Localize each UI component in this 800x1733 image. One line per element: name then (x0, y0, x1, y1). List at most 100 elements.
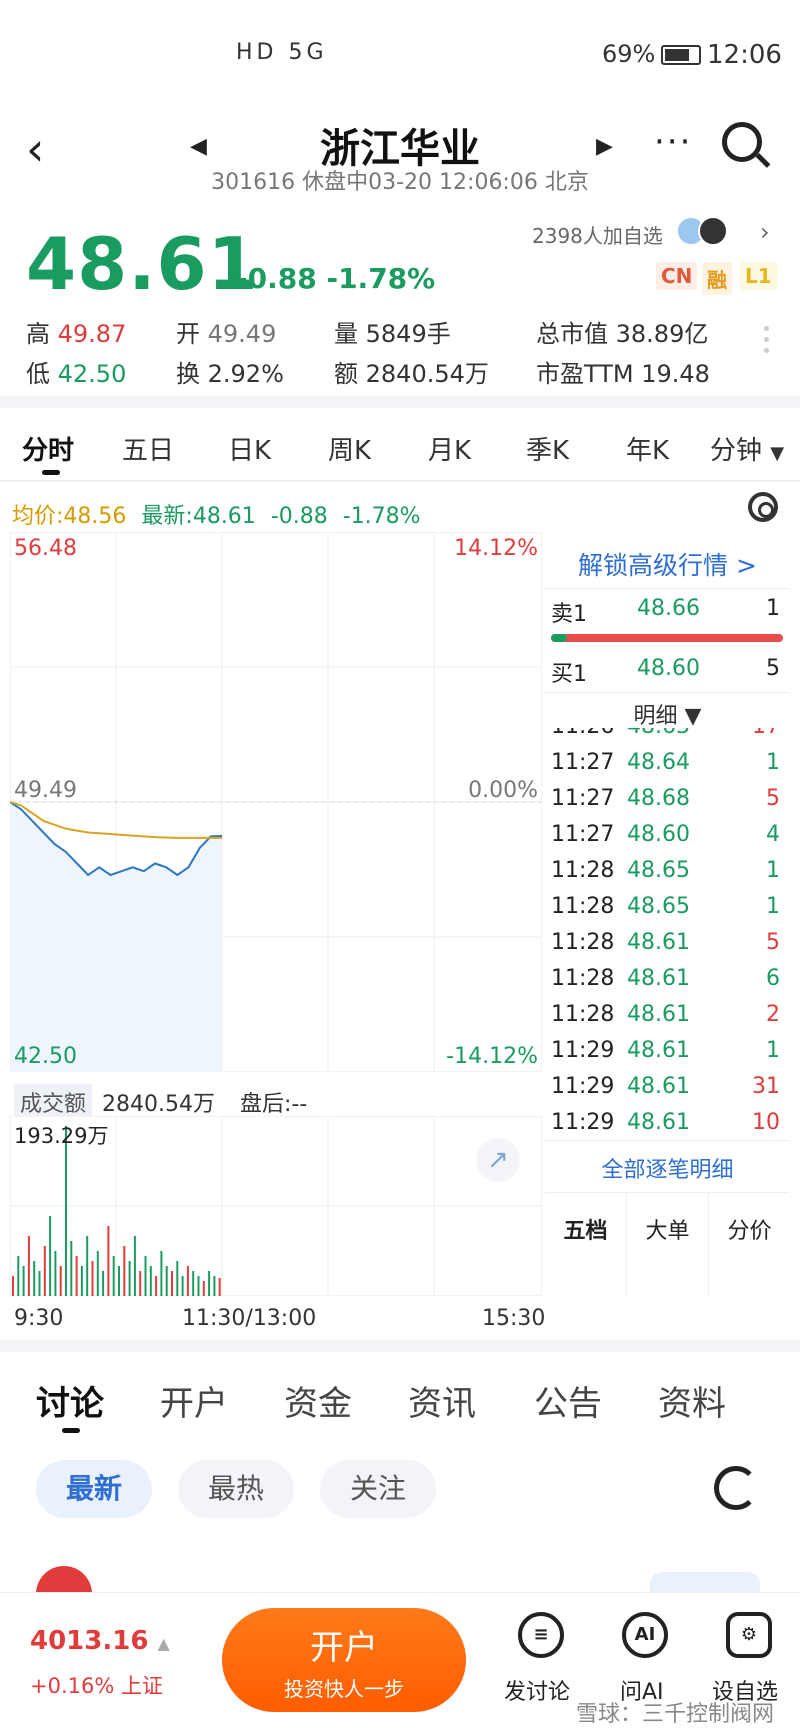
chevron-down-icon: ▼ (770, 443, 785, 464)
tab-level5[interactable]: 五档 (545, 1193, 627, 1297)
tab-quarterly[interactable]: 季K (526, 430, 569, 467)
stock-header: ‹ ◀ 浙江华业 ▶ 301616 休盘中03-20 12:06:06 北京 ·… (0, 110, 800, 200)
watchers-count[interactable]: 2398人加自选 (532, 220, 663, 249)
volume-bar (112, 1256, 115, 1296)
tag-margin: 融 (702, 262, 732, 295)
tick-time: 11:27 (551, 822, 615, 847)
volume-bar (171, 1271, 173, 1296)
triangle-up-icon: ▲ (157, 1634, 170, 1653)
tick-time: 11:26 (551, 728, 614, 739)
tab-profile[interactable]: 资料 (658, 1376, 726, 1425)
watcher-avatars[interactable] (676, 216, 728, 246)
volume-bar (96, 1251, 99, 1296)
post-discussion-label[interactable]: 发讨论 (504, 1674, 570, 1706)
all-ticks-link[interactable]: 全部逐笔明细 (545, 1152, 790, 1184)
volume-bar (192, 1271, 195, 1296)
after-hours: 盘后:-- (240, 1092, 308, 1117)
tick-price: 48.61 (627, 930, 690, 955)
tick-volume: 1 (766, 858, 780, 883)
stock-subtitle: 301616 休盘中03-20 12:06:06 北京 (211, 170, 589, 195)
tab-daily[interactable]: 日K (228, 430, 271, 467)
filter-following[interactable]: 关注 (320, 1460, 436, 1518)
tick-volume: 5 (766, 786, 780, 811)
tick-price: 48.60 (627, 822, 690, 847)
filter-hot[interactable]: 最热 (178, 1460, 294, 1518)
pct-max-label: 14.12% (454, 536, 538, 561)
filter-latest[interactable]: 最新 (36, 1460, 152, 1518)
divider (0, 480, 800, 482)
volume-bar (218, 1278, 221, 1296)
volume-bar (27, 1236, 30, 1296)
refresh-icon[interactable] (714, 1466, 758, 1510)
battery-icon (661, 45, 702, 65)
tick-time: 11:28 (551, 1002, 615, 1027)
tick-price: 48.61 (627, 1002, 690, 1027)
chevron-right-icon[interactable]: › (760, 218, 770, 246)
add-watchlist-icon[interactable]: ⚙ (726, 1612, 772, 1658)
index-change[interactable]: +0.16% 上证 (30, 1670, 163, 1700)
tab-5day[interactable]: 五日 (122, 430, 174, 467)
next-stock-icon[interactable]: ▶ (596, 134, 613, 159)
tick-time: 11:28 (551, 858, 615, 883)
volume-bar (133, 1236, 136, 1296)
index-value[interactable]: 4013.16 ▲ (30, 1626, 170, 1656)
tick-price: 48.61 (627, 1110, 690, 1135)
volume-bar (181, 1276, 184, 1296)
tick-price: 48.61 (627, 1074, 690, 1099)
volume-bar (65, 1126, 67, 1296)
watermark: 雪球：三千控制阀网 (576, 1702, 775, 1727)
tab-intraday[interactable]: 分时 (22, 430, 74, 467)
volume-bar (91, 1261, 94, 1296)
volume-chart[interactable]: 193.29万 (9, 1115, 543, 1297)
tab-discussion[interactable]: 讨论 (36, 1376, 104, 1425)
tab-big-orders[interactable]: 大单 (627, 1193, 709, 1297)
stat-market-cap: 总市值 38.89亿 (536, 320, 709, 348)
tick-time: 11:29 (551, 1110, 615, 1135)
chart-settings-icon[interactable] (748, 492, 778, 522)
stat-pe: 市盈TTM 19.48 (536, 360, 710, 388)
tab-price-dist[interactable]: 分价 (709, 1193, 790, 1297)
volume-bar (118, 1266, 120, 1296)
tick-volume: 31 (752, 1074, 780, 1099)
chart-info: 均价:48.56 最新:48.61 -0.88 -1.78% (12, 498, 421, 530)
current-price: 48.61 (26, 222, 259, 306)
tab-weekly[interactable]: 周K (328, 430, 371, 467)
expand-icon[interactable]: ↗ (476, 1138, 520, 1182)
tick-volume: 1 (766, 750, 780, 775)
active-tab-indicator (42, 470, 60, 475)
ask-ai-icon[interactable]: AI (622, 1612, 668, 1658)
unlock-link[interactable]: 解锁高级行情 > (545, 546, 790, 582)
stat-turnover: 换 2.92% (176, 360, 284, 388)
intraday-chart[interactable]: 56.48 49.49 42.50 14.12% 0.00% -14.12% (9, 531, 543, 1073)
volume-bar (149, 1266, 152, 1296)
tab-announcements[interactable]: 公告 (534, 1376, 602, 1425)
stat-low: 低 42.50 (26, 360, 127, 388)
volume-header: 成交额 2840.54万 盘后:-- (14, 1084, 307, 1120)
post-discussion-icon[interactable]: ≡ (518, 1612, 564, 1658)
volume-bar (202, 1281, 205, 1296)
stat-amount: 额 2840.54万 (334, 360, 489, 388)
more-icon[interactable]: ··· (654, 122, 692, 162)
detail-dropdown[interactable]: 明细 ▼ (545, 698, 790, 730)
tab-yearly[interactable]: 年K (626, 430, 669, 467)
tab-minute[interactable]: 分钟 ▼ (710, 430, 784, 467)
open-account-button[interactable]: 开户 投资快人一步 (222, 1608, 466, 1712)
price-chart-svg (9, 531, 543, 1073)
volume-bar (33, 1261, 36, 1296)
tab-news[interactable]: 资讯 (408, 1376, 476, 1425)
more-stats-icon[interactable] (764, 326, 770, 359)
latest-percent: -1.78% (342, 504, 421, 529)
volume-bar (176, 1261, 179, 1296)
y-mid-label: 49.49 (14, 778, 77, 803)
tab-open-account[interactable]: 开户 (160, 1376, 228, 1425)
tab-funds[interactable]: 资金 (284, 1376, 352, 1425)
signal-icons: HD 5G (236, 40, 328, 65)
active-tab-indicator (62, 1428, 80, 1433)
tick-volume: 1 (766, 894, 780, 919)
tab-monthly[interactable]: 月K (428, 430, 471, 467)
search-icon[interactable] (722, 122, 762, 162)
tick-list[interactable]: 11:26 48.63 17 11:27 48.64 1 11:27 48.68 5 11:27 4… (545, 728, 790, 1140)
volume-bar (102, 1271, 105, 1296)
battery-percent: 69% (602, 40, 656, 68)
tick-volume: 17 (752, 728, 780, 739)
